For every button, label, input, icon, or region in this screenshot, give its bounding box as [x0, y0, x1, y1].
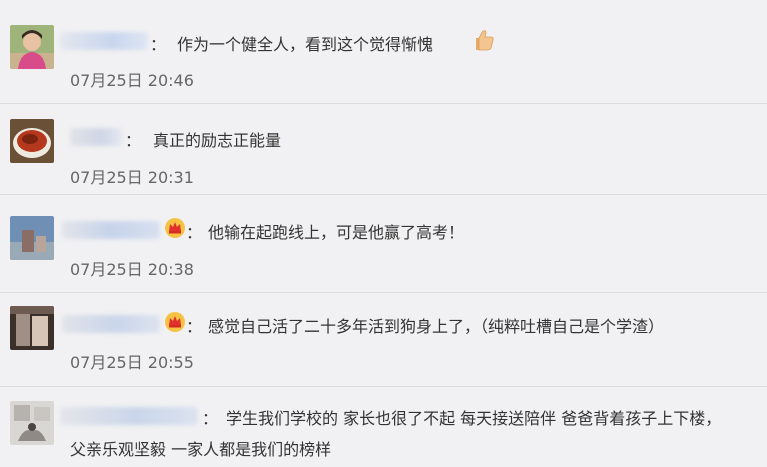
comment-timestamp: 07月25日 20:46 — [70, 71, 194, 90]
comment-item: ： 学生我们学校的 家长也很了不起 每天接送陪伴 爸爸背着孩子上下楼， 父亲乐观… — [0, 387, 767, 467]
crown-icon — [165, 312, 185, 332]
separator-colon: ： — [186, 317, 203, 336]
avatar[interactable] — [10, 119, 54, 163]
avatar-image — [10, 401, 54, 445]
comment-item: ： 感觉自己活了二十多年活到狗身上了，（纯粹吐槽自己是个学渣） 07月25日 2… — [0, 293, 767, 387]
comment-text: 作为一个健全人，看到这个觉得惭愧 — [177, 35, 434, 54]
separator-colon: ： — [186, 223, 203, 242]
comment-item: ： 真正的励志正能量 07月25日 20:31 — [0, 104, 767, 195]
thumbs-up-emoji-icon — [476, 30, 494, 51]
comment-text: 学生我们学校的 家长也很了不起 每天接送陪伴 爸爸背着孩子上下楼， — [226, 409, 722, 428]
username-blurred[interactable] — [62, 221, 160, 239]
comment-item: ： 他输在起跑线上，可是他赢了高考！ 07月25日 20:38 — [0, 195, 767, 293]
separator-colon: ： — [150, 35, 167, 54]
comment-list: ： 作为一个健全人，看到这个觉得惭愧 07月25日 20:46 ： 真正的励志正… — [0, 0, 767, 467]
username-blurred[interactable] — [62, 315, 160, 333]
comment-text-continued: 父亲乐观坚毅 一家人都是我们的榜样 — [70, 440, 332, 459]
username-blurred[interactable] — [60, 32, 148, 50]
avatar[interactable] — [10, 25, 54, 69]
username-blurred[interactable] — [60, 407, 198, 425]
comment-text: 真正的励志正能量 — [153, 131, 282, 150]
comment-timestamp: 07月25日 20:31 — [70, 168, 194, 187]
avatar-image — [10, 216, 54, 260]
avatar[interactable] — [10, 401, 54, 445]
crown-icon — [165, 218, 185, 238]
comment-item: ： 作为一个健全人，看到这个觉得惭愧 07月25日 20:46 — [0, 0, 767, 104]
avatar[interactable] — [10, 306, 54, 350]
separator-colon: ： — [125, 131, 142, 150]
username-blurred[interactable] — [70, 128, 122, 146]
avatar-image — [10, 119, 54, 163]
comment-timestamp: 07月25日 20:38 — [70, 260, 194, 279]
avatar-image — [10, 306, 54, 350]
avatar-image — [10, 25, 54, 69]
comment-timestamp: 07月25日 20:55 — [70, 353, 194, 372]
comment-text: 他输在起跑线上，可是他赢了高考！ — [208, 223, 465, 242]
avatar[interactable] — [10, 216, 54, 260]
comment-text: 感觉自己活了二十多年活到狗身上了，（纯粹吐槽自己是个学渣） — [208, 317, 665, 336]
separator-colon: ： — [202, 409, 219, 428]
